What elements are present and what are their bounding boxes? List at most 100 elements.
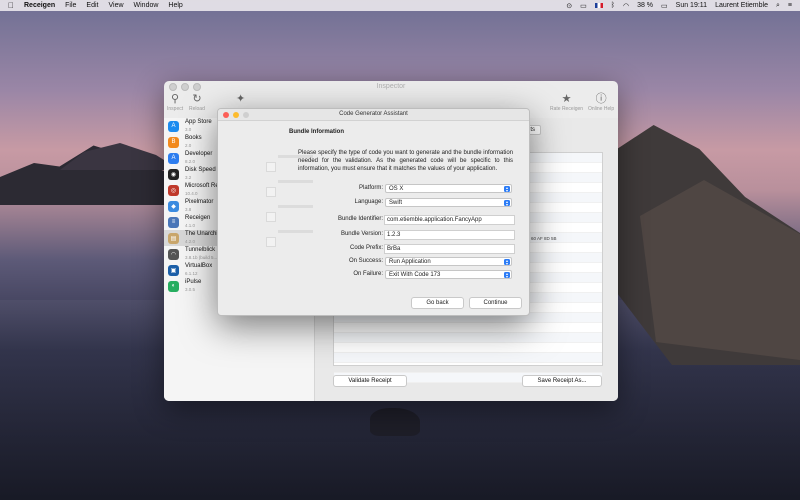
chevron-updown-icon: ▴ ▾	[504, 199, 510, 207]
airplay-icon[interactable]: ▭	[580, 2, 587, 10]
app-text: Microsoft Re 10.4.0	[185, 183, 219, 197]
menu-bar:  Receigen File Edit View Window Help ⊙ …	[0, 0, 800, 11]
chevron-updown-icon: ▴ ▾	[504, 258, 510, 266]
language-value: Swift	[389, 200, 403, 206]
app-version: 3.8.1b (build 5...)	[185, 255, 219, 260]
app-version: 10.4.0	[185, 191, 198, 196]
save-receipt-button[interactable]: Save Receipt As...	[522, 375, 602, 387]
menu-help[interactable]: Help	[168, 2, 182, 9]
app-icon: B	[168, 136, 179, 148]
bundle-identifier-field[interactable]: com.etiemble.application.FancyApp	[384, 215, 515, 225]
app-icon: ◐	[168, 280, 179, 292]
menubar-user[interactable]: Laurent Etiemble	[715, 2, 768, 9]
menu-file[interactable]: File	[65, 2, 76, 9]
app-icon: ▤	[168, 232, 179, 244]
validate-receipt-button[interactable]: Validate Receipt	[333, 375, 407, 387]
platform-select[interactable]: OS X ▴ ▾	[385, 184, 512, 193]
app-text: Tunnelblick 3.8.1b (build 5...)	[185, 247, 219, 261]
bundle-version-field[interactable]: 1.2.3	[384, 230, 515, 240]
app-name: Tunnelblick	[185, 247, 216, 253]
table-row	[334, 343, 602, 353]
app-version: 4.1.0	[185, 223, 196, 228]
menu-app-name[interactable]: Receigen	[24, 2, 55, 9]
reload-label: Reload	[189, 106, 205, 112]
inspector-titlebar: Inspector	[164, 81, 618, 93]
table-row	[334, 353, 602, 363]
app-name: App Store	[185, 119, 212, 125]
control-center-icon[interactable]: ≡	[788, 2, 792, 9]
app-name: Microsoft Re	[185, 183, 219, 189]
table-row	[334, 323, 602, 333]
language-row: Language: Swift ▴ ▾	[218, 198, 529, 208]
menu-window[interactable]: Window	[134, 2, 159, 9]
online-help-button[interactable]: ⓘ Online Help	[588, 93, 614, 112]
app-icon: ≡	[168, 216, 179, 228]
menu-view[interactable]: View	[108, 2, 123, 9]
on-success-select[interactable]: Run Application ▴ ▾	[385, 257, 512, 266]
star-icon: ★	[561, 93, 572, 105]
inspect-label: Inspect	[167, 106, 184, 112]
on-failure-label: On Failure:	[353, 271, 383, 277]
bundle-version-label: Bundle Version:	[340, 231, 383, 237]
language-label: Language:	[354, 199, 383, 205]
hex-preview: 60 AF 8D 5B	[531, 236, 557, 241]
app-name: Pixelmator	[185, 199, 214, 205]
app-icon: ◠	[168, 248, 179, 260]
bundle-identifier-label: Bundle Identifier:	[337, 216, 383, 222]
inspect-button[interactable]: ⚲ Inspect	[167, 93, 183, 112]
app-name: Receigen	[185, 215, 211, 221]
on-failure-select[interactable]: Exit With Code 173 ▴ ▾	[385, 270, 512, 279]
app-version: 3.2	[185, 175, 192, 180]
menu-edit[interactable]: Edit	[86, 2, 98, 9]
app-version: 2.0	[185, 143, 192, 148]
apple-menu-icon[interactable]: 	[8, 1, 14, 10]
app-version: 8.2.0	[185, 159, 196, 164]
platform-label: Platform:	[358, 185, 383, 191]
on-failure-value: Exit With Code 173	[389, 272, 441, 278]
on-success-value: Run Application	[389, 259, 431, 265]
mountain-right-shade	[640, 180, 800, 360]
wand-button[interactable]: ✦	[236, 93, 245, 106]
app-version: 3.8	[185, 207, 192, 212]
code-prefix-row: Code Prefix: BrBa	[218, 244, 529, 254]
app-icon: ▣	[168, 264, 179, 276]
section-title: Bundle Information	[289, 129, 344, 135]
app-icon: A	[168, 120, 179, 132]
menubar-clock[interactable]: Sun 19:11	[676, 2, 707, 9]
app-name: Books	[185, 135, 202, 141]
code-prefix-label: Code Prefix:	[349, 245, 383, 251]
intro-text: Please specify the type of code you want…	[298, 150, 513, 172]
app-text: VirtualBox 6.1.12	[185, 263, 212, 277]
vpn-icon[interactable]: ⊙	[566, 2, 572, 10]
code-generator-assistant-window: Code Generator Assistant Bundle Informat…	[217, 108, 530, 316]
code-prefix-field[interactable]: BrBa	[384, 244, 515, 254]
app-icon: ◆	[168, 200, 179, 212]
table-row	[334, 333, 602, 343]
battery-percent[interactable]: 38 %	[637, 2, 653, 9]
assistant-titlebar: Code Generator Assistant	[218, 109, 529, 121]
go-back-button[interactable]: Go back	[411, 297, 464, 309]
wifi-icon[interactable]: ◠	[623, 2, 629, 10]
app-icon: ◉	[168, 168, 179, 180]
language-select[interactable]: Swift ▴ ▾	[385, 198, 512, 207]
app-text: Developer 8.2.0	[185, 151, 212, 165]
app-version: 6.1.12	[185, 271, 198, 276]
search-icon[interactable]: ⌕	[776, 2, 780, 10]
bluetooth-icon[interactable]: ᛒ	[611, 2, 615, 9]
rate-label: Rate Receigen	[550, 106, 584, 112]
rate-button[interactable]: ★ Rate Receigen	[550, 93, 583, 112]
reload-button[interactable]: ↻ Reload	[189, 93, 205, 112]
battery-icon[interactable]: ▭	[661, 2, 668, 10]
app-version: 3.0.5	[185, 287, 196, 292]
status-area: ⊙ ▭ ᛒ ◠ 38 % ▭ Sun 19:11 Laurent Etiembl…	[566, 2, 792, 10]
app-text: The Unarchi 4.2.0	[185, 231, 218, 245]
app-text: Pixelmator 3.8	[185, 199, 213, 213]
app-text: Disk Speed 3.2	[185, 167, 216, 181]
table-row	[334, 363, 602, 373]
app-text: iPulse 3.0.5	[185, 279, 201, 293]
app-name: iPulse	[185, 279, 202, 285]
on-failure-row: On Failure: Exit With Code 173 ▴ ▾	[218, 270, 529, 280]
continue-button[interactable]: Continue	[469, 297, 522, 309]
platform-row: Platform: OS X ▴ ▾	[218, 184, 529, 194]
input-source-flag-icon[interactable]	[594, 3, 603, 8]
